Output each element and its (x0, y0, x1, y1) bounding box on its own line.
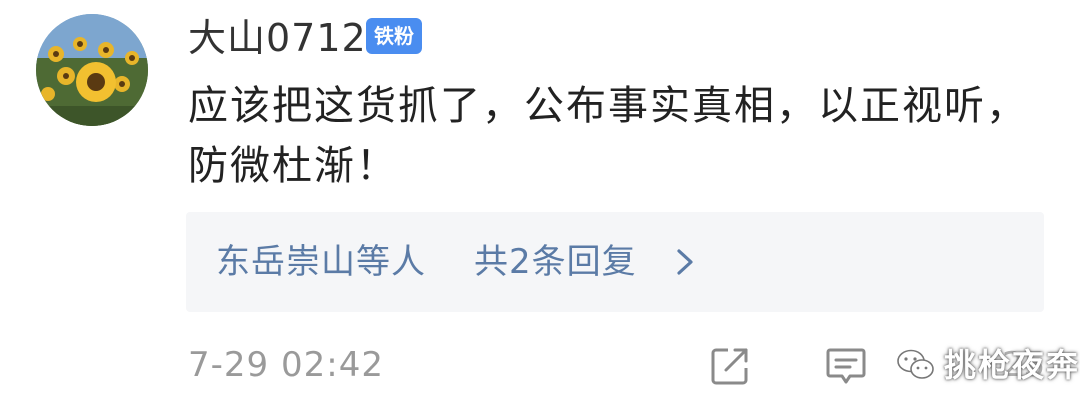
comment-timestamp: 7-29 02:42 (188, 345, 384, 385)
reply-names[interactable]: 东岳崇山等人 (216, 236, 426, 288)
watermark: 挑枪夜奔 (896, 338, 1080, 392)
reply-count-link[interactable]: 共2条回复 (474, 236, 637, 288)
comment-icon[interactable] (824, 344, 868, 388)
username[interactable]: 大山0712 (188, 10, 367, 66)
reply-preview[interactable]: 东岳崇山等人 共2条回复 (186, 212, 1044, 312)
chevron-right-icon[interactable] (670, 246, 700, 278)
watermark-text: 挑枪夜奔 (944, 346, 1080, 384)
wechat-logo-icon (897, 349, 934, 379)
share-icon[interactable] (708, 344, 752, 388)
comment-text: 应该把这货抓了，公布事实真相，以正视听，防微杜渐！ (188, 83, 1028, 189)
fan-badge: 铁粉 (366, 18, 422, 54)
sunflower-avatar-image (36, 14, 148, 126)
avatar[interactable] (36, 14, 148, 126)
